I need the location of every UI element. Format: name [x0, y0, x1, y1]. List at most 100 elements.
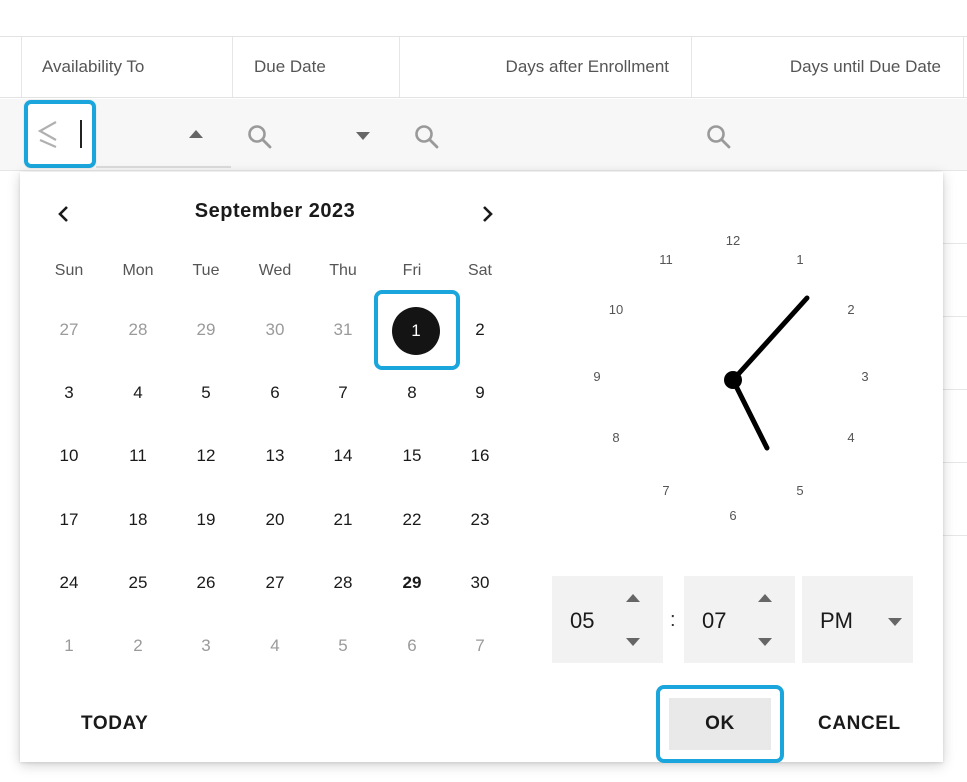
column-header-availability-to[interactable]: Availability To	[22, 37, 233, 97]
search-icon[interactable]	[413, 123, 441, 151]
calendar-day-today[interactable]: 29	[378, 563, 446, 603]
column-header-due-date[interactable]: Due Date	[233, 37, 400, 97]
clock-number[interactable]: 5	[788, 483, 812, 498]
weekday-label: Sun	[54, 262, 84, 279]
cancel-button[interactable]: CANCEL	[818, 713, 901, 735]
minute-down-icon[interactable]	[758, 638, 772, 646]
ok-button[interactable]: OK	[669, 698, 771, 750]
clock-number[interactable]: 11	[654, 252, 678, 267]
chevron-left-icon[interactable]	[52, 202, 76, 226]
calendar-day[interactable]: 7	[446, 626, 514, 666]
calendar-day[interactable]: 6	[241, 373, 309, 413]
calendar-day[interactable]: 5	[309, 626, 377, 666]
weekday-label: Fri	[402, 262, 422, 279]
hour-hand	[730, 377, 770, 451]
weekday-label: Mon	[122, 262, 154, 279]
calendar-day[interactable]: 5	[172, 373, 240, 413]
clock-number[interactable]: 6	[721, 508, 745, 523]
hour-spinner[interactable]: 05	[552, 576, 663, 663]
calendar-day-selected[interactable]: 1	[392, 307, 440, 355]
calendar-day[interactable]: 24	[35, 563, 103, 603]
clock-hands[interactable]	[700, 276, 820, 466]
clock-number[interactable]: 7	[654, 483, 678, 498]
today-button[interactable]: TODAY	[81, 713, 148, 735]
calendar-day[interactable]: 25	[104, 563, 172, 603]
calendar-day[interactable]: 14	[309, 436, 377, 476]
calendar-day[interactable]: 31	[309, 310, 377, 350]
calendar-day[interactable]: 18	[104, 500, 172, 540]
calendar-day[interactable]: 2	[446, 310, 514, 350]
ampm-select[interactable]: PM	[802, 576, 913, 663]
weekday-label: Thu	[329, 262, 357, 279]
search-icon[interactable]	[705, 123, 733, 151]
calendar-day[interactable]: 11	[104, 436, 172, 476]
calendar-day[interactable]: 2	[104, 626, 172, 666]
calendar-day[interactable]: 4	[241, 626, 309, 666]
calendar-day[interactable]: 30	[241, 310, 309, 350]
calendar-day[interactable]: 7	[309, 373, 377, 413]
calendar-day[interactable]: 17	[35, 500, 103, 540]
calendar-day[interactable]: 6	[378, 626, 446, 666]
minute-up-icon[interactable]	[758, 594, 772, 602]
calendar-day[interactable]: 1	[35, 626, 103, 666]
calendar-day[interactable]: 13	[241, 436, 309, 476]
calendar-day[interactable]: 28	[104, 310, 172, 350]
caret-down-icon[interactable]	[356, 132, 370, 140]
clock-number[interactable]: 2	[839, 302, 863, 317]
calendar-day[interactable]: 20	[241, 500, 309, 540]
calendar-day[interactable]: 3	[35, 373, 103, 413]
calendar-day[interactable]: 15	[378, 436, 446, 476]
minute-hand	[730, 295, 810, 383]
datetime-picker: September 2023 Sun Mon Tue Wed Thu Fri S…	[20, 172, 943, 763]
calendar-day[interactable]: 8	[378, 373, 446, 413]
clock-number[interactable]: 3	[853, 369, 877, 384]
search-icon[interactable]	[246, 123, 274, 151]
column-header-days-after-enrollment[interactable]: Days after Enrollment	[400, 37, 692, 97]
clock-number[interactable]: 1	[788, 252, 812, 267]
row-divider	[943, 535, 967, 536]
time-separator: :	[670, 609, 676, 631]
calendar-day[interactable]: 21	[309, 500, 377, 540]
calendar-day[interactable]: 26	[172, 563, 240, 603]
calendar-day[interactable]: 12	[172, 436, 240, 476]
hour-down-icon[interactable]	[626, 638, 640, 646]
weekday-label: Tue	[192, 262, 220, 279]
caret-up-icon[interactable]	[189, 130, 203, 138]
chevron-right-icon[interactable]	[475, 202, 499, 226]
calendar-day[interactable]: 27	[241, 563, 309, 603]
input-underline	[96, 166, 231, 168]
calendar-day[interactable]: 3	[172, 626, 240, 666]
calendar-day[interactable]: 27	[35, 310, 103, 350]
less-than-or-equal-icon	[37, 121, 57, 149]
minute-value[interactable]: 07	[702, 608, 726, 634]
calendar-day[interactable]: 28	[309, 563, 377, 603]
hour-value[interactable]: 05	[570, 608, 594, 634]
column-header-spacer	[0, 37, 22, 97]
text-cursor	[80, 120, 82, 148]
calendar-day[interactable]: 10	[35, 436, 103, 476]
hour-up-icon[interactable]	[626, 594, 640, 602]
calendar-day[interactable]: 4	[104, 373, 172, 413]
calendar-day[interactable]: 29	[172, 310, 240, 350]
weekday-label: Wed	[258, 262, 292, 279]
row-divider	[943, 316, 967, 317]
clock-number[interactable]: 12	[721, 233, 745, 248]
weekday-label: Sat	[467, 262, 492, 279]
calendar-day[interactable]: 23	[446, 500, 514, 540]
calendar-day[interactable]: 30	[446, 563, 514, 603]
row-divider	[943, 462, 967, 463]
clock-number[interactable]: 8	[604, 430, 628, 445]
clock-number[interactable]: 9	[585, 369, 609, 384]
clock-number[interactable]: 10	[604, 302, 628, 317]
calendar-day[interactable]: 9	[446, 373, 514, 413]
filter-operator-button[interactable]	[24, 100, 96, 168]
calendar-day[interactable]: 19	[172, 500, 240, 540]
column-header-days-until-due-date[interactable]: Days until Due Date	[692, 37, 964, 97]
month-label: September 2023	[194, 200, 356, 222]
calendar-day[interactable]: 22	[378, 500, 446, 540]
chevron-down-icon[interactable]	[888, 618, 902, 626]
calendar-day[interactable]: 16	[446, 436, 514, 476]
clock-number[interactable]: 4	[839, 430, 863, 445]
minute-spinner[interactable]: 07	[684, 576, 795, 663]
ampm-value[interactable]: PM	[820, 608, 853, 634]
